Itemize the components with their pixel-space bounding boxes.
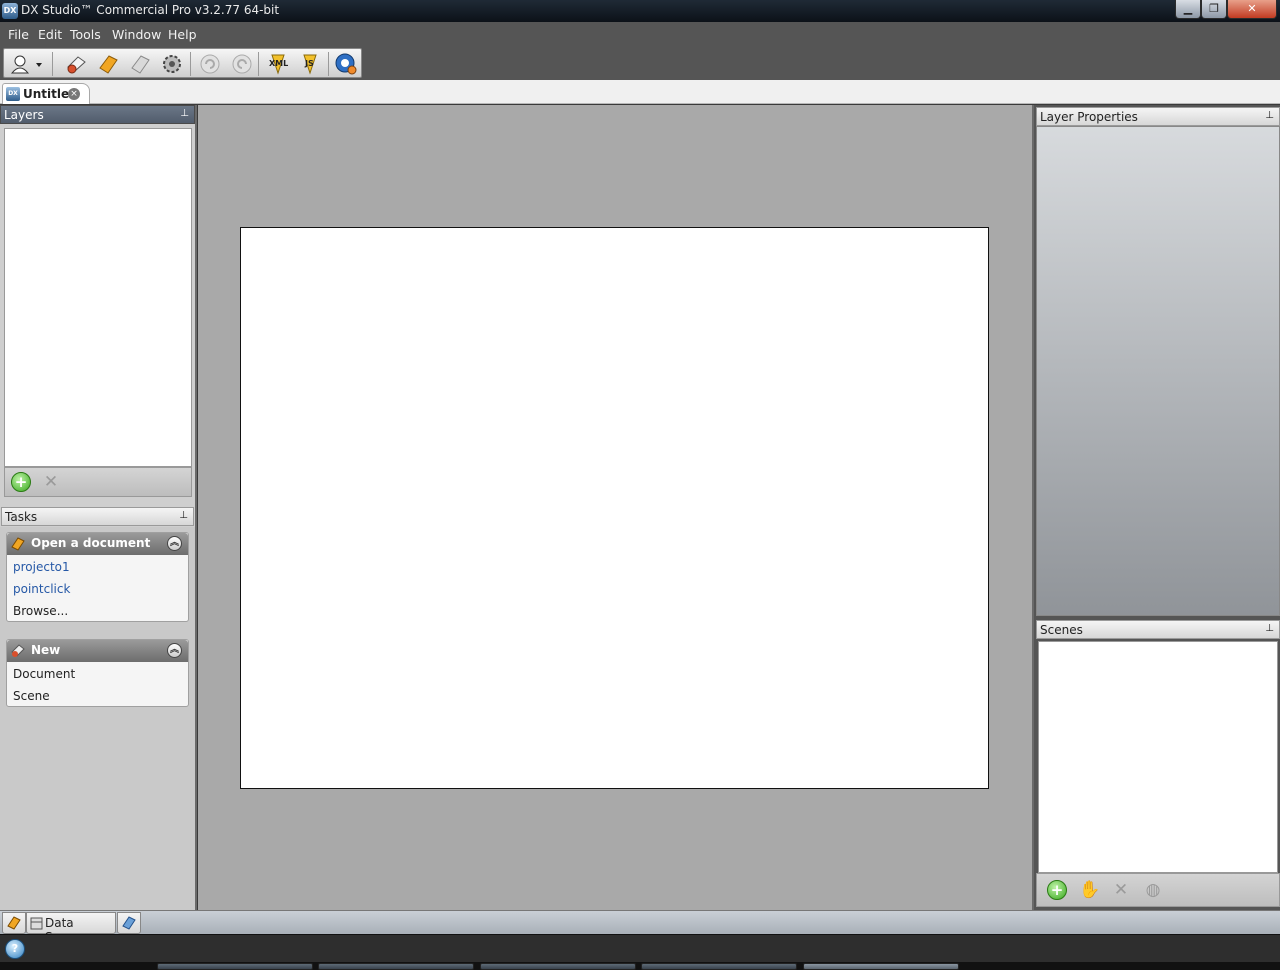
toolbar: XML JS [0, 46, 1280, 80]
task-group-new: New ︽ Document Scene [6, 639, 189, 707]
database-icon [30, 917, 43, 930]
maximize-button[interactable]: ❐ [1201, 0, 1227, 19]
pin-icon[interactable]: ⊥ [180, 108, 189, 119]
menu-tools[interactable]: Tools [70, 27, 101, 42]
pin-icon[interactable]: ⊥ [1265, 110, 1274, 121]
scene-tools-icon[interactable]: ✕ [1111, 880, 1131, 900]
save-icon[interactable] [128, 53, 152, 75]
taskbar-button[interactable] [157, 963, 313, 970]
status-bar: ? [0, 934, 1280, 962]
publish-globe-icon[interactable] [334, 53, 358, 75]
add-layer-icon[interactable]: + [11, 472, 31, 492]
title-bar: DX DX Studio™ Commercial Pro v3.2.77 64-… [0, 0, 1280, 22]
add-scene-icon[interactable]: + [1047, 880, 1067, 900]
layers-panel-header: Layers ⊥ [0, 105, 195, 124]
scenes-title: Scenes [1040, 623, 1083, 637]
left-panel: Layers ⊥ + ✕ Tasks ⊥ Open a document ︽ p… [0, 105, 197, 910]
app-icon: DX [2, 3, 18, 19]
tasks-body: Open a document ︽ projecto1 pointclick B… [0, 527, 195, 910]
pin-icon[interactable]: ⊥ [179, 510, 188, 521]
toolbar-strip: XML JS [3, 48, 362, 78]
menu-bar: File Edit Tools Window Help [0, 22, 1280, 46]
document-tab-bar: DX Untitled × [0, 80, 1280, 104]
taskbar-button[interactable] [318, 963, 474, 970]
layer-tools-icon[interactable]: ✕ [41, 472, 61, 492]
new-icon [11, 644, 25, 657]
tasks-title: Tasks [5, 510, 38, 524]
undo-icon[interactable] [198, 53, 222, 75]
scenes-toolbar: + ✋ ✕ ◍ [1036, 873, 1280, 907]
globe-icon[interactable]: ◍ [1143, 880, 1163, 900]
layers-title: Layers [4, 108, 44, 122]
taskbar-button[interactable] [480, 963, 636, 970]
collapse-icon[interactable]: ︽ [167, 643, 182, 658]
layer-properties-header: Layer Properties ⊥ [1036, 107, 1280, 126]
new-scene-icon[interactable] [64, 53, 88, 75]
task-group-header[interactable]: Open a document ︽ [7, 533, 188, 555]
recent-document-link[interactable]: projecto1 [7, 555, 188, 577]
bottom-tab-bar: Data Sources [0, 910, 1280, 944]
xml-icon[interactable]: XML [266, 53, 290, 75]
hand-icon[interactable]: ✋ [1079, 880, 1100, 900]
tab-data-sources[interactable]: Data Sources [26, 912, 116, 944]
right-panel: Layer Properties ⊥ Scenes ⊥ + ✋ ✕ ◍ [1032, 105, 1280, 910]
redo-icon[interactable] [230, 53, 254, 75]
open-document-icon[interactable] [96, 53, 120, 75]
task-group-header[interactable]: New ︽ [7, 640, 188, 662]
menu-window[interactable]: Window [112, 27, 161, 42]
dx-document-icon: DX [6, 87, 20, 101]
recent-document-link[interactable]: pointclick [7, 577, 188, 599]
task-group-open: Open a document ︽ projecto1 pointclick B… [6, 532, 189, 622]
minimize-button[interactable]: ▁ [1175, 0, 1201, 19]
menu-edit[interactable]: Edit [38, 27, 62, 42]
scene-canvas[interactable] [240, 227, 989, 789]
taskbar-button[interactable] [641, 963, 797, 970]
taskbar-button-active[interactable] [803, 963, 959, 970]
open-document-icon [11, 537, 25, 551]
menu-file[interactable]: File [8, 27, 29, 42]
collapse-icon[interactable]: ︽ [167, 536, 182, 551]
js-label: JS [305, 59, 314, 68]
task-group-title: Open a document [31, 536, 151, 550]
layers-list[interactable] [4, 128, 192, 467]
layer-properties-body [1036, 126, 1280, 616]
scenes-list[interactable] [1038, 641, 1278, 873]
help-bubble-icon[interactable]: ? [5, 939, 25, 959]
window-title: DX Studio™ Commercial Pro v3.2.77 64-bit [21, 3, 280, 17]
new-document-link[interactable]: Document [7, 662, 188, 684]
layer-properties-title: Layer Properties [1040, 110, 1138, 124]
scene-tab-icon[interactable] [117, 912, 141, 934]
layers-toolbar: + ✕ [4, 467, 192, 497]
settings-gear-icon[interactable] [160, 53, 184, 75]
xml-label: XML [269, 59, 289, 68]
close-button[interactable]: ✕ [1227, 0, 1277, 19]
os-taskbar [0, 962, 1280, 970]
pin-icon[interactable]: ⊥ [1265, 623, 1274, 634]
tab-untitled[interactable]: DX Untitled × [2, 83, 90, 104]
task-group-title: New [31, 643, 61, 657]
menu-help[interactable]: Help [168, 27, 197, 42]
browse-link[interactable]: Browse... [7, 599, 188, 621]
editor-area [198, 105, 1032, 910]
tasks-tab-icon[interactable] [2, 912, 26, 934]
new-scene-link[interactable]: Scene [7, 684, 188, 706]
close-tab-icon[interactable]: × [68, 88, 80, 100]
user-dropdown-icon[interactable] [8, 53, 44, 75]
tasks-panel-header: Tasks ⊥ [1, 507, 194, 526]
javascript-icon[interactable]: JS [298, 53, 322, 75]
scenes-panel-header: Scenes ⊥ [1036, 620, 1280, 639]
